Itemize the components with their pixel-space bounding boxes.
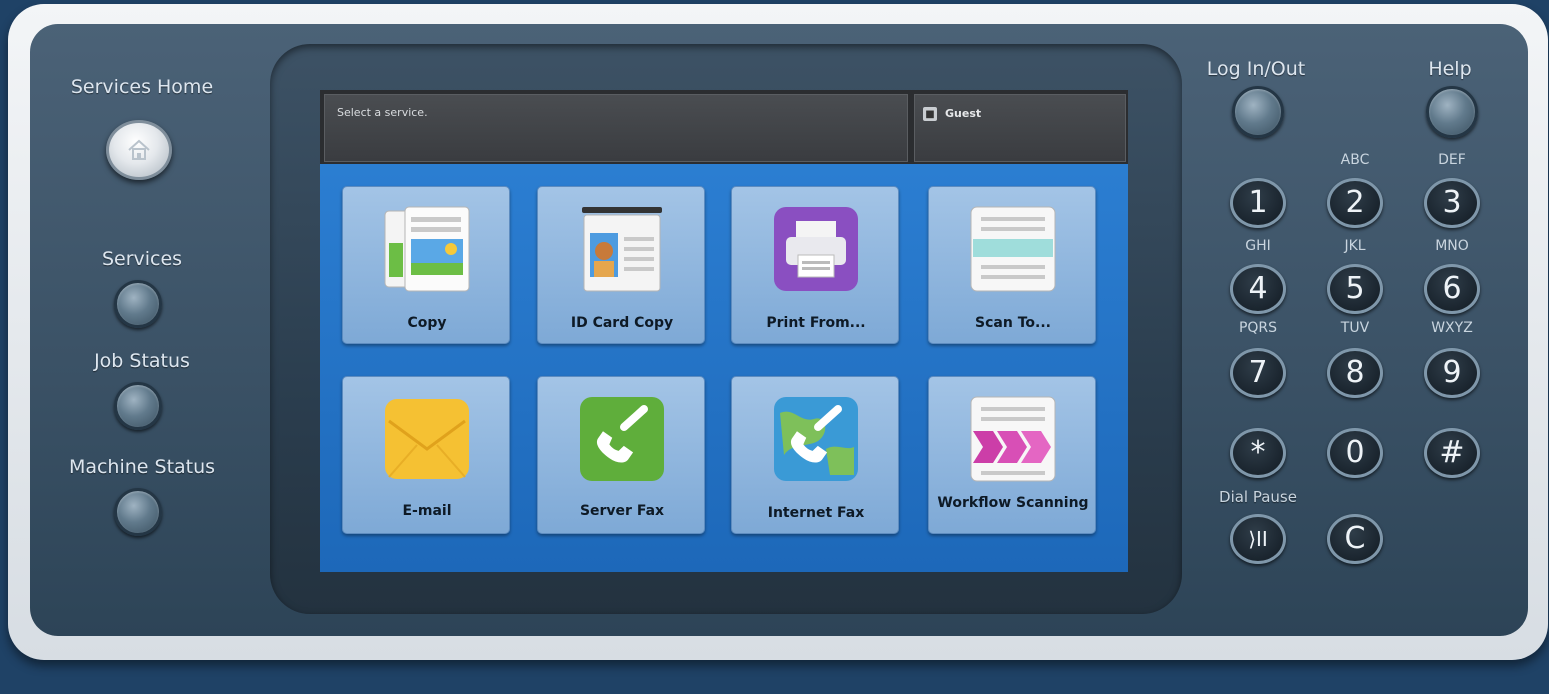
tile-email-label: E-mail <box>402 503 452 519</box>
message-area: Select a service. <box>324 94 908 162</box>
job-status-label: Job Status <box>94 350 190 372</box>
touch-screen: Select a service. ■ Guest Copy ID Card C… <box>320 90 1128 572</box>
job-status-button[interactable] <box>114 382 162 430</box>
key-0[interactable]: 0 <box>1327 428 1383 478</box>
help-button[interactable] <box>1426 86 1478 138</box>
key-1[interactable]: 1 <box>1230 178 1286 228</box>
key-5-digit: 5 <box>1345 271 1365 306</box>
message-text: Select a service. <box>337 106 428 119</box>
key-6[interactable]: 6 <box>1424 264 1480 314</box>
tile-scan-to[interactable]: Scan To... <box>928 186 1096 344</box>
tile-workflow-scanning-label: Workflow Scanning <box>937 495 1089 511</box>
tile-internet-fax[interactable]: Internet Fax <box>731 376 899 534</box>
key-8[interactable]: 8 <box>1327 348 1383 398</box>
copy-icon <box>384 206 470 292</box>
key-2-letters: ABC <box>1340 152 1370 168</box>
tile-id-card-copy-label: ID Card Copy <box>570 315 674 331</box>
key-hash[interactable]: # <box>1424 428 1480 478</box>
clear-key-label: C <box>1344 521 1366 556</box>
key-4[interactable]: 4 <box>1230 264 1286 314</box>
key-5[interactable]: 5 <box>1327 264 1383 314</box>
tile-server-fax-label: Server Fax <box>579 503 665 519</box>
key-3-digit: 3 <box>1442 185 1462 220</box>
key-6-letters: MNO <box>1435 238 1469 254</box>
phone-icon <box>580 397 664 481</box>
key-9[interactable]: 9 <box>1424 348 1480 398</box>
dial-pause-label: Dial Pause <box>1219 488 1297 506</box>
machine-status-button[interactable] <box>114 488 162 536</box>
tile-workflow-scanning[interactable]: Workflow Scanning <box>928 376 1096 534</box>
key-7[interactable]: 7 <box>1230 348 1286 398</box>
key-9-digit: 9 <box>1442 355 1462 390</box>
services-button[interactable] <box>114 280 162 328</box>
key-star[interactable]: * <box>1230 428 1286 478</box>
scanner-icon <box>970 206 1056 292</box>
home-icon <box>128 139 150 160</box>
tile-id-card-copy[interactable]: ID Card Copy <box>537 186 705 344</box>
clear-button[interactable]: C <box>1327 514 1383 564</box>
key-3[interactable]: 3 <box>1424 178 1480 228</box>
person-badge-icon: ■ <box>923 107 937 121</box>
services-home-label: Services Home <box>70 76 214 98</box>
services-label: Services <box>101 248 183 270</box>
key-7-digit: 7 <box>1248 355 1268 390</box>
key-hash-digit: # <box>1439 435 1465 470</box>
user-name: Guest <box>945 107 982 120</box>
key-3-letters: DEF <box>1438 152 1466 168</box>
key-8-letters: TUV <box>1340 320 1370 336</box>
tile-copy[interactable]: Copy <box>342 186 510 344</box>
id-card-icon <box>582 207 662 292</box>
user-button[interactable]: ■ Guest <box>914 94 1126 162</box>
key-7-letters: PQRS <box>1238 320 1278 336</box>
help-label: Help <box>1428 58 1472 80</box>
workflow-arrows-icon <box>970 396 1056 482</box>
key-4-letters: GHI <box>1245 238 1271 254</box>
key-1-digit: 1 <box>1248 185 1268 220</box>
key-6-digit: 6 <box>1442 271 1462 306</box>
globe-phone-icon <box>774 397 858 481</box>
tile-print-from-label: Print From... <box>766 315 866 331</box>
tile-print-from[interactable]: Print From... <box>731 186 899 344</box>
tile-scan-to-label: Scan To... <box>975 315 1051 331</box>
key-2-digit: 2 <box>1345 185 1365 220</box>
tile-server-fax[interactable]: Server Fax <box>537 376 705 534</box>
dial-pause-symbol: ⟩II <box>1248 527 1268 551</box>
services-home-button[interactable] <box>106 120 172 180</box>
log-in-out-button[interactable] <box>1232 86 1284 138</box>
tile-copy-label: Copy <box>407 315 447 331</box>
machine-status-label: Machine Status <box>68 456 216 478</box>
key-star-digit: * <box>1250 435 1266 470</box>
tile-internet-fax-label: Internet Fax <box>767 505 865 521</box>
key-8-digit: 8 <box>1345 355 1365 390</box>
tile-email[interactable]: E-mail <box>342 376 510 534</box>
screen-top-bar: Select a service. ■ Guest <box>320 90 1128 164</box>
log-in-out-label: Log In/Out <box>1206 58 1306 80</box>
key-2[interactable]: 2 <box>1327 178 1383 228</box>
envelope-icon <box>385 399 469 479</box>
dial-pause-button[interactable]: ⟩II <box>1230 514 1286 564</box>
key-5-letters: JKL <box>1344 238 1366 254</box>
printer-icon <box>774 207 858 291</box>
key-0-digit: 0 <box>1345 435 1365 470</box>
key-9-letters: WXYZ <box>1431 320 1473 336</box>
key-4-digit: 4 <box>1248 271 1268 306</box>
